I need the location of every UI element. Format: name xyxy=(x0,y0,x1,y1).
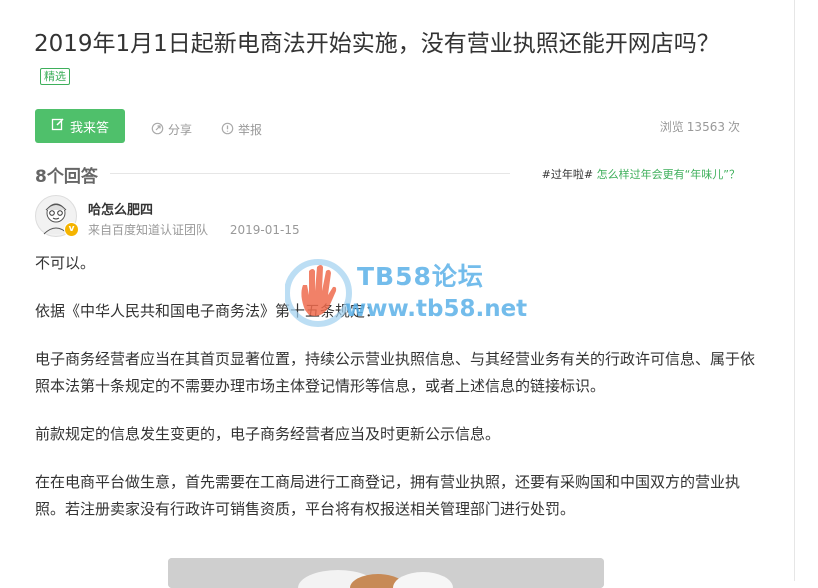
share-button[interactable]: 分享 xyxy=(151,121,192,138)
watermark: TB58论坛 www.tb58.net xyxy=(285,255,545,335)
watermark-url: www.tb58.net xyxy=(345,296,528,322)
views-number: 13563 xyxy=(686,120,725,134)
report-icon xyxy=(221,122,234,138)
views-label: 浏览 xyxy=(659,120,684,134)
section-divider xyxy=(110,173,510,174)
question-title: 2019年1月1日起新电商法开始实施，没有营业执照还能开网店吗？ 精选 xyxy=(34,28,754,94)
answer-image xyxy=(168,558,604,588)
answer-button[interactable]: 我来答 xyxy=(35,109,125,143)
page-divider xyxy=(794,0,795,581)
views-unit: 次 xyxy=(727,120,740,134)
topic-link[interactable]: 怎么样过年会更有“年味儿”？ xyxy=(597,168,740,181)
report-label: 举报 xyxy=(238,123,263,137)
author-name[interactable]: 哈怎么肥四 xyxy=(88,199,153,218)
edit-icon xyxy=(51,117,65,135)
report-button[interactable]: 举报 xyxy=(221,121,262,138)
topic-tag: #过年啦# xyxy=(541,168,594,181)
topic-promo: #过年啦# 怎么样过年会更有“年味儿”？ xyxy=(542,166,740,182)
answer-button-label: 我来答 xyxy=(69,120,109,136)
answer-paragraph: 电子商务经营者应当在其首页显著位置，持续公示营业执照信息、与其经营业务有关的行政… xyxy=(35,350,756,395)
answer-date: 2019-01-15 xyxy=(229,223,300,237)
verified-badge-icon: v xyxy=(64,222,79,237)
share-label: 分享 xyxy=(168,123,193,137)
answer-meta: 来自百度知道认证团队 2019-01-15 xyxy=(88,221,300,238)
watermark-name: TB58论坛 xyxy=(357,262,484,291)
image-preview xyxy=(168,558,604,588)
featured-badge: 精选 xyxy=(40,68,70,85)
answer-paragraph: 前款规定的信息发生变更的，电子商务经营者应当及时更新公示信息。 xyxy=(35,425,501,443)
share-icon xyxy=(151,122,164,138)
view-count: 浏览 13563 次 xyxy=(660,118,740,135)
question-title-text: 2019年1月1日起新电商法开始实施，没有营业执照还能开网店吗？ xyxy=(34,31,720,57)
answer-source: 来自百度知道认证团队 xyxy=(88,223,209,237)
answer-paragraph: 在在电商平台做生意，首先需要在工商局进行工商登记，拥有营业执照，还要有采购国和中… xyxy=(35,473,741,518)
answers-count: 8个回答 xyxy=(35,167,98,187)
